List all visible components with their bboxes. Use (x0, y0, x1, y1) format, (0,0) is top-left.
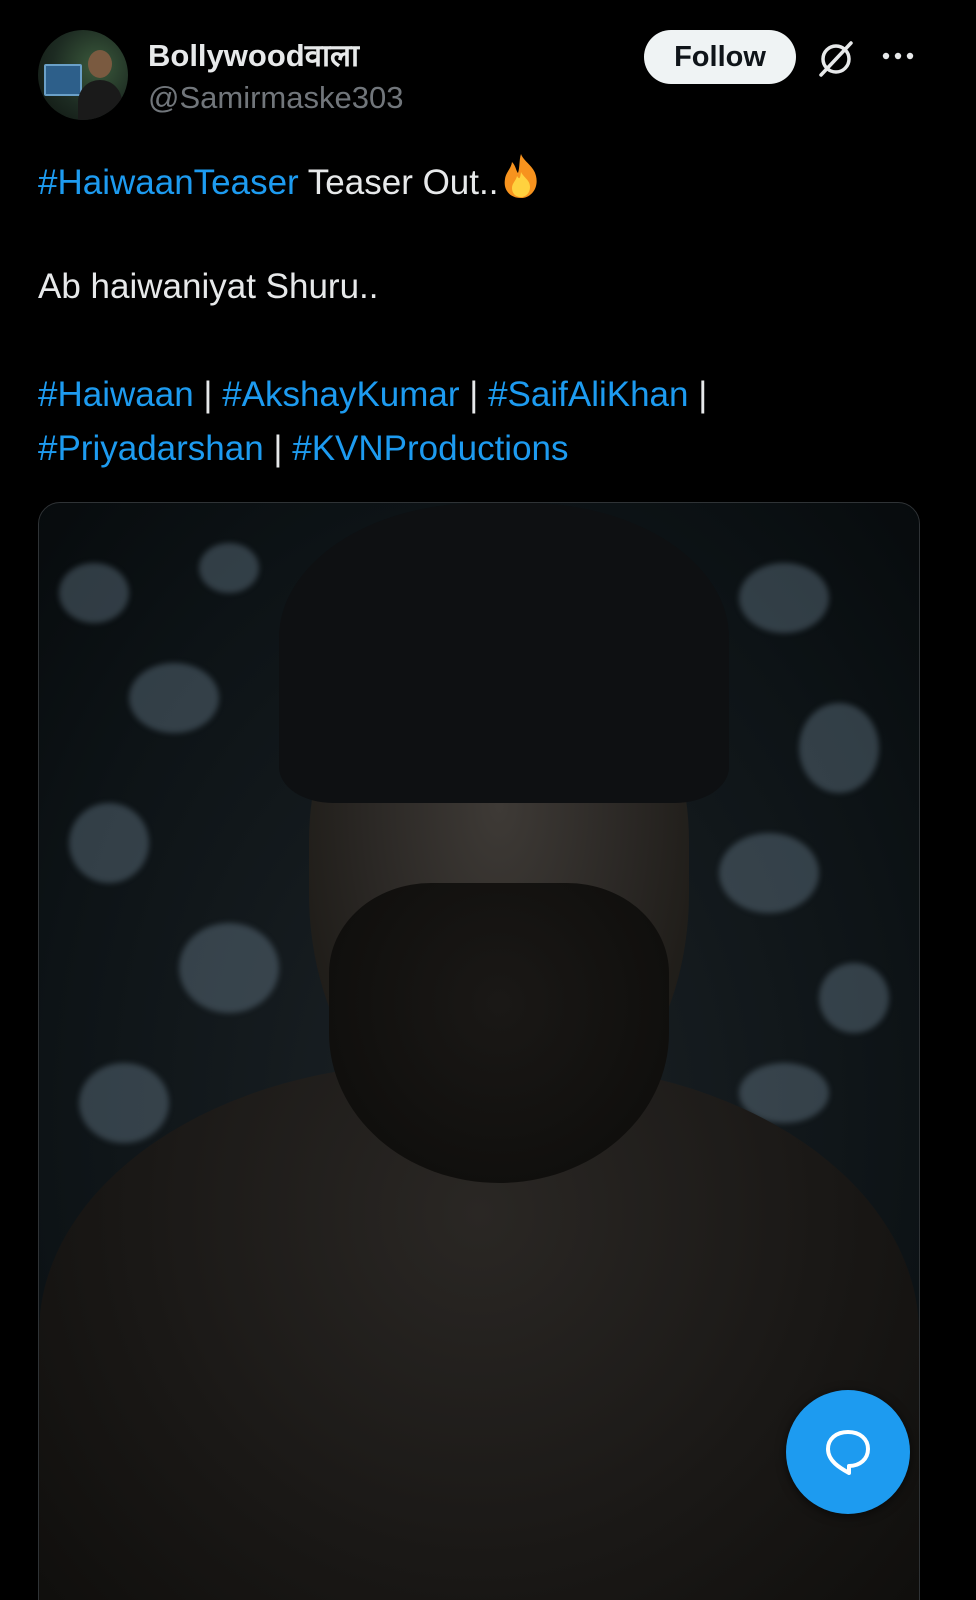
grok-icon[interactable] (815, 37, 857, 79)
more-icon[interactable] (880, 44, 916, 68)
tweet-line-1-text: Teaser Out.. (298, 163, 499, 202)
tweet-text: #HaiwaanTeaser Teaser Out.. Ab haiwaniya… (38, 152, 938, 476)
hashtag-row-1: #Haiwaan | #AkshayKumar | #SaifAliKhan | (38, 368, 938, 422)
avatar-person-body (78, 80, 122, 120)
image-beard (329, 883, 669, 1183)
avatar-screen-graphic (44, 64, 82, 96)
reply-bubble-icon (826, 1430, 870, 1475)
author-handle[interactable]: @Samirmaske303 (148, 80, 403, 116)
hashtag-link[interactable]: #KVNProductions (292, 429, 568, 468)
hashtag-link[interactable]: #Priyadarshan (38, 429, 264, 468)
tweet-page: Bollywoodवाला @Samirmaske303 Follow #Hai… (0, 0, 976, 1600)
hashtag-separator: | (193, 375, 223, 414)
hashtag-row-2: #Priyadarshan | #KVNProductions (38, 422, 938, 476)
follow-button[interactable]: Follow (644, 30, 796, 84)
hashtag-link[interactable]: #SaifAliKhan (488, 375, 688, 414)
hashtag-separator: | (459, 375, 489, 414)
author-display-name[interactable]: Bollywoodवाला (148, 34, 359, 76)
compose-reply-button[interactable] (786, 1390, 910, 1514)
tweet-line-2: Ab haiwaniyat Shuru.. (38, 267, 379, 306)
hashtag-link[interactable]: #HaiwaanTeaser (38, 163, 299, 202)
hashtag-link[interactable]: #AkshayKumar (222, 375, 459, 414)
hashtag-separator: | (263, 429, 293, 468)
avatar-person-head (88, 50, 112, 78)
tweet-line-1: #HaiwaanTeaser Teaser Out.. (38, 152, 938, 206)
hashtag-link[interactable]: #Haiwaan (38, 375, 194, 414)
hashtag-separator: | (688, 375, 708, 414)
author-avatar[interactable] (38, 30, 128, 120)
fire-icon (505, 154, 538, 198)
image-beanie (279, 503, 729, 803)
